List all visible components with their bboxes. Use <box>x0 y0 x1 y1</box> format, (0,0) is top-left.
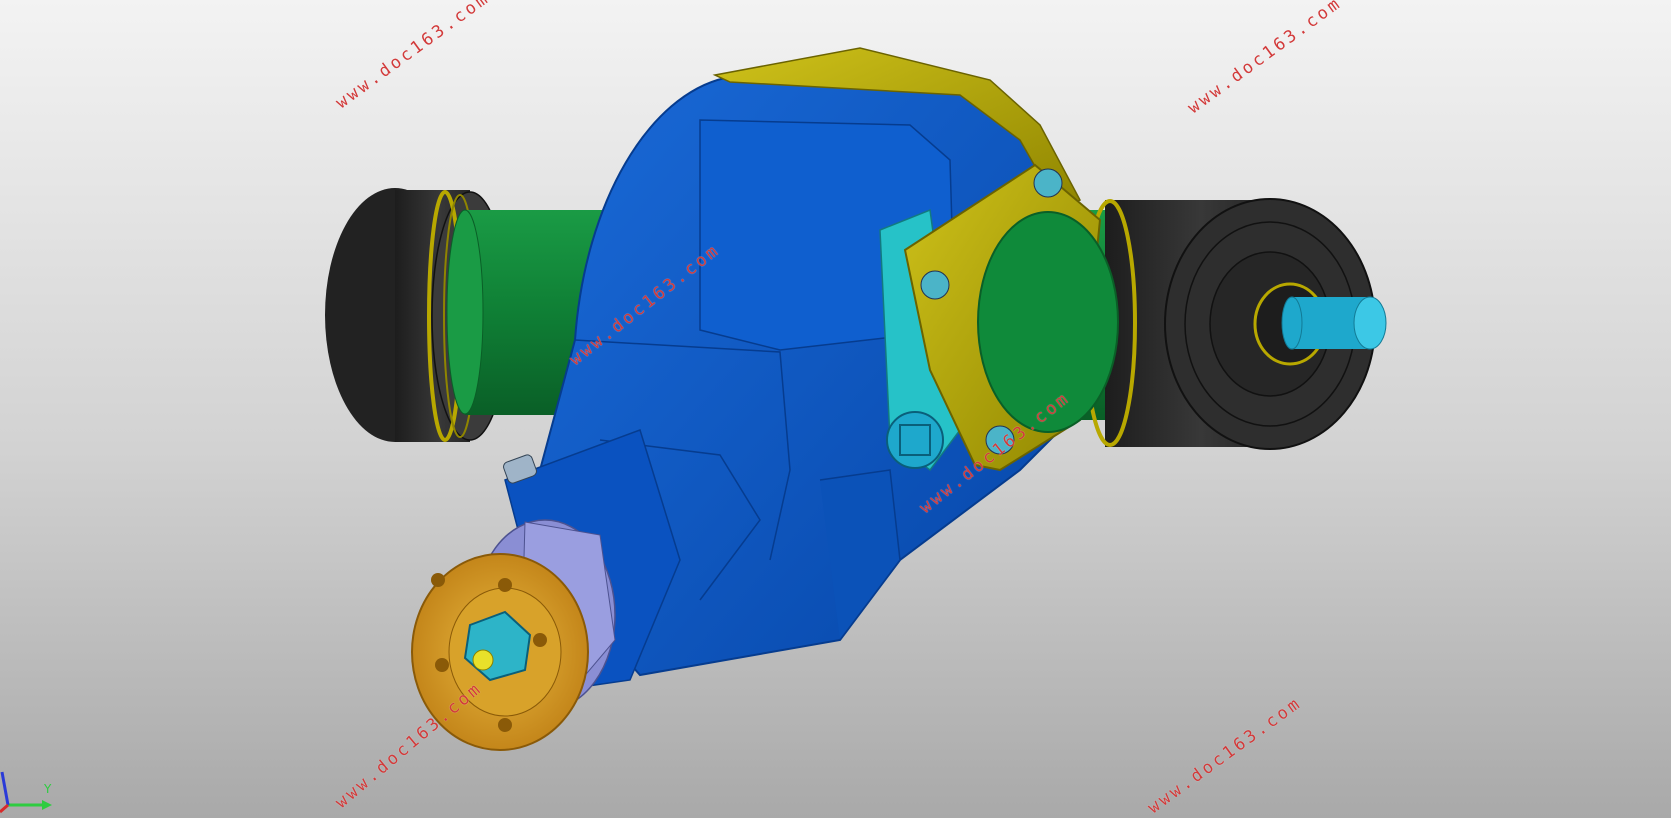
3d-viewport[interactable]: www.doc163.com www.doc163.com www.doc163… <box>0 0 1671 818</box>
output-shaft <box>1281 296 1387 350</box>
gearbox-model[interactable] <box>0 0 1671 818</box>
drain-plug <box>886 411 944 469</box>
axis-label-y: Y <box>44 782 52 796</box>
